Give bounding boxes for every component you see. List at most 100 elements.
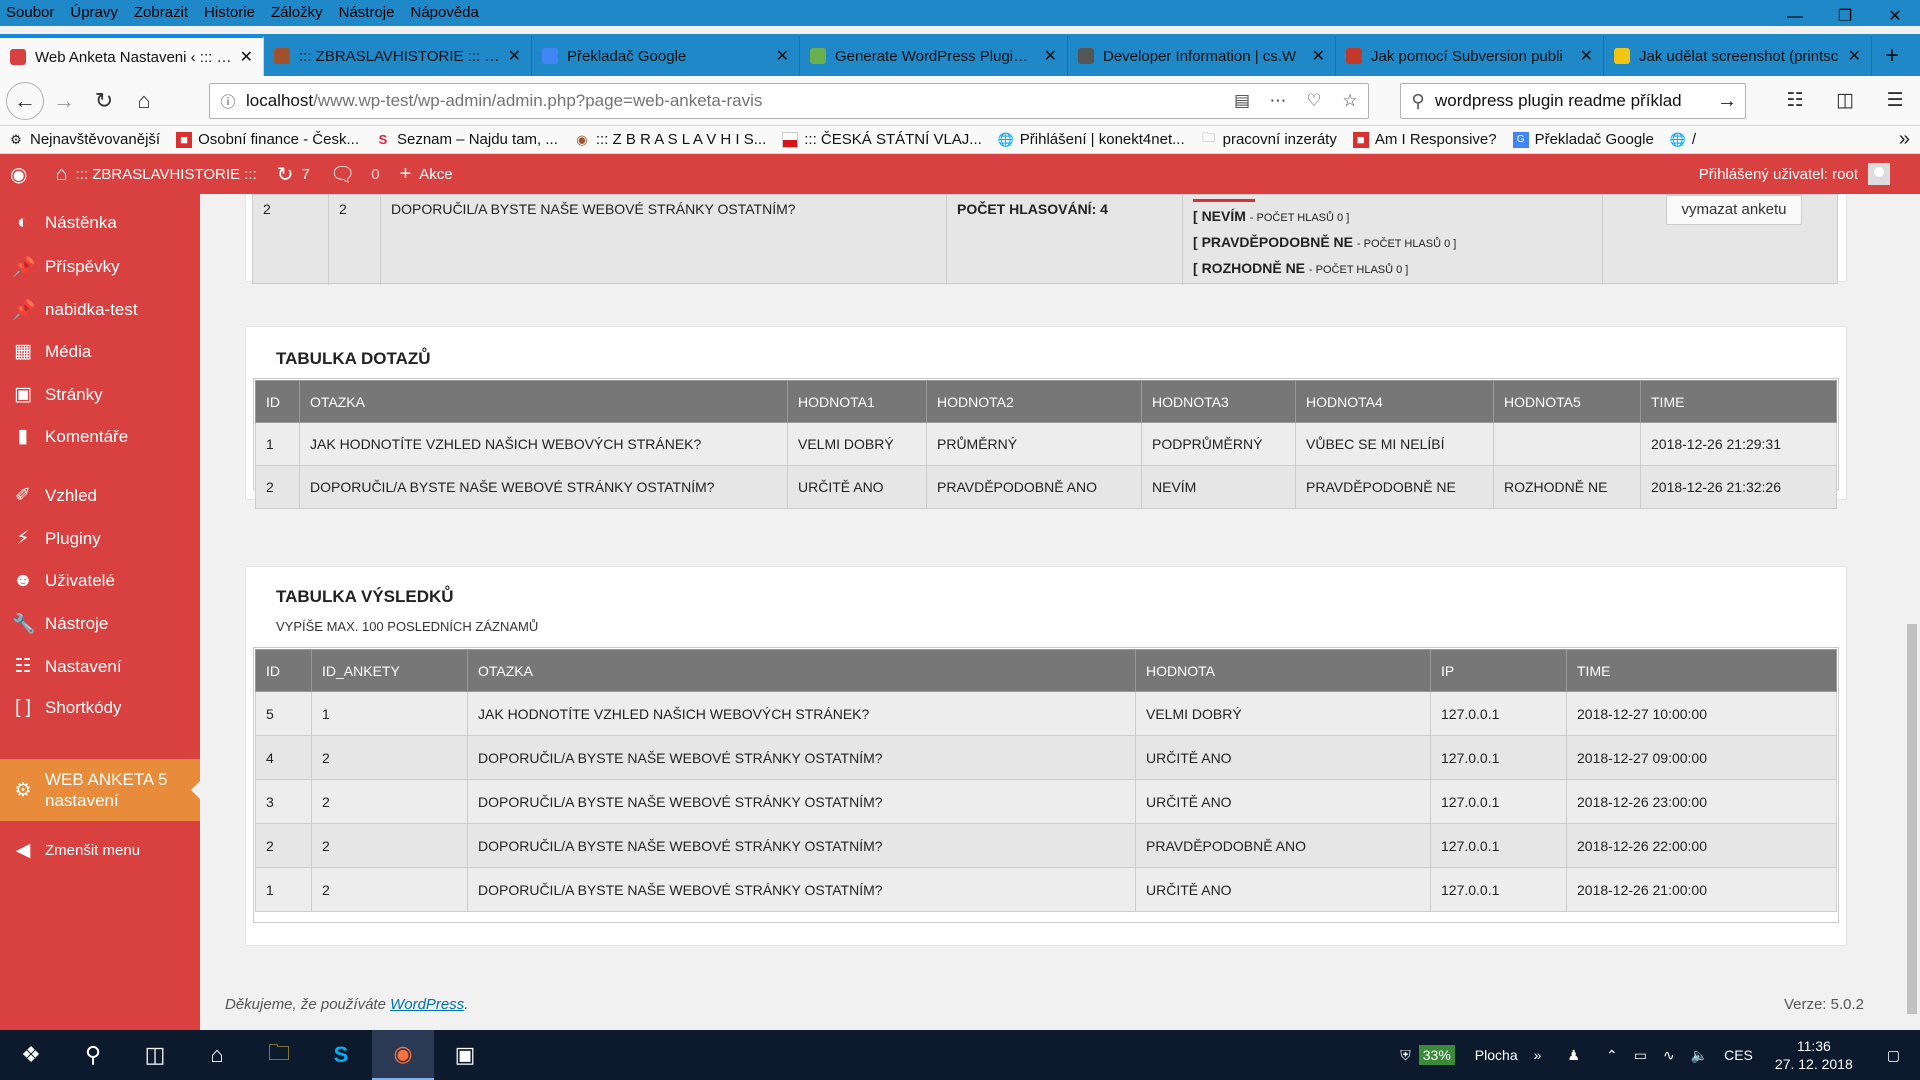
sidebar-item-prispevky[interactable]: 📌 Příspěvky bbox=[0, 255, 200, 279]
site-name-link[interactable]: ⌂::: ZBRASLAVHISTORIE ::: bbox=[45, 163, 266, 186]
tab-close-icon[interactable]: ✕ bbox=[240, 47, 253, 67]
menu-napoveda[interactable]: Nápověda bbox=[402, 0, 486, 26]
tab-prekladac[interactable]: Překladač Google ✕ bbox=[532, 36, 800, 76]
menu-historie[interactable]: Historie bbox=[196, 0, 263, 26]
home-icon[interactable]: ⌂ bbox=[186, 1030, 248, 1080]
new-content-link[interactable]: + Akce bbox=[390, 163, 463, 186]
bookmark-item[interactable]: ■ Osobní finance - Česk... bbox=[168, 131, 367, 148]
menu-zalozky[interactable]: Záložky bbox=[263, 0, 331, 26]
my-account[interactable]: Přihlášený uživatel: root bbox=[1699, 154, 1890, 194]
sidebar-item-uzivatele[interactable]: ☻ Uživatelé bbox=[0, 570, 200, 592]
windows-start-icon[interactable]: ❖ bbox=[0, 1030, 62, 1080]
overflow-icon[interactable]: » bbox=[1526, 1047, 1550, 1063]
tab-web-anketa[interactable]: Web Anketa Nastaveni ‹ ::: ZB ✕ bbox=[0, 36, 264, 76]
sidebar-item-pluginy[interactable]: ⚡ Pluginy bbox=[0, 527, 200, 550]
search-icon[interactable]: ⚲ bbox=[62, 1030, 124, 1080]
bookmark-item[interactable]: ◉::: Z B R A S L A V H I S... bbox=[566, 131, 774, 148]
reader-view-icon[interactable]: ▤ bbox=[1224, 91, 1260, 111]
hamburger-menu-icon[interactable]: ☰ bbox=[1870, 81, 1920, 121]
volume-icon[interactable]: 🔈 bbox=[1683, 1047, 1716, 1064]
bookmark-item[interactable]: 🌐 Přihlášení | konekt4net... bbox=[990, 131, 1193, 148]
back-button[interactable]: ← bbox=[6, 81, 44, 120]
finance-icon: ■ bbox=[176, 131, 193, 148]
sidebar-item-stranky[interactable]: ▣ Stránky bbox=[0, 383, 200, 406]
file-explorer-icon[interactable]: 🗀 bbox=[248, 1030, 310, 1080]
security-icon[interactable]: ⛨ bbox=[1392, 1047, 1419, 1064]
library-icon[interactable]: ☷ bbox=[1770, 81, 1820, 121]
close-icon[interactable]: ✕ bbox=[1870, 0, 1920, 34]
sidebar-item-shortkody[interactable]: [ ] Shortkódy bbox=[0, 697, 200, 719]
bookmark-star-icon[interactable]: ☆ bbox=[1332, 91, 1368, 111]
search-input[interactable]: wordpress plugin readme příklad bbox=[1435, 91, 1709, 111]
bookmarks-overflow-icon[interactable]: » bbox=[1899, 128, 1910, 151]
people-icon[interactable]: ♟ bbox=[1549, 1047, 1598, 1064]
sidebar-item-vzhled[interactable]: ✐ Vzhled bbox=[0, 484, 200, 507]
bookmark-item[interactable]: 🗀 pracovní inzeráty bbox=[1193, 130, 1345, 149]
chevron-up-icon[interactable]: ⌃ bbox=[1598, 1047, 1626, 1064]
menu-upravy[interactable]: Úpravy bbox=[62, 0, 126, 26]
bookmark-item[interactable]: 🌐 / bbox=[1662, 131, 1704, 148]
search-bar[interactable]: ⚲ wordpress plugin readme příklad → bbox=[1400, 83, 1746, 119]
collapse-menu-button[interactable]: ◀ Zmenšit menu bbox=[0, 839, 200, 862]
tab-generate-plugin[interactable]: Generate WordPress Plugin re ✕ bbox=[800, 36, 1068, 76]
tab-zbraslavhistorie[interactable]: ::: ZBRASLAVHISTORIE ::: – str ✕ bbox=[264, 36, 532, 76]
page-scrollbar[interactable] bbox=[1904, 194, 1920, 1030]
battery-icon[interactable]: ▭ bbox=[1626, 1047, 1655, 1064]
more-actions-icon[interactable]: ⋯ bbox=[1260, 91, 1296, 111]
search-go-icon[interactable]: → bbox=[1709, 90, 1745, 113]
clock[interactable]: 11:36 27. 12. 2018 bbox=[1761, 1037, 1867, 1073]
updates-link[interactable]: ↻ 7 bbox=[267, 162, 320, 187]
bookmark-item[interactable]: ⚙ Nejnavštěvovanější bbox=[0, 131, 168, 148]
home-button[interactable]: ⌂ bbox=[124, 81, 164, 121]
desktop-label[interactable]: Plocha bbox=[1455, 1047, 1526, 1063]
language-indicator[interactable]: CES bbox=[1716, 1047, 1761, 1063]
sidebar-item-nabidka-test[interactable]: 📌 nabidka-test bbox=[0, 298, 200, 322]
url-text[interactable]: localhost/www.wp-test/wp-admin/admin.php… bbox=[246, 91, 1224, 111]
sidebar-item-nastroje[interactable]: 🔧 Nástroje bbox=[0, 612, 200, 636]
sidebar-item-nastenka[interactable]: ◐ Nástěnka bbox=[0, 212, 200, 234]
skype-icon[interactable]: S bbox=[310, 1030, 372, 1080]
bookmark-item[interactable]: ■ Am I Responsive? bbox=[1345, 131, 1505, 148]
tab-close-icon[interactable]: ✕ bbox=[508, 46, 521, 66]
sidebar-icon[interactable]: ◫ bbox=[1820, 81, 1870, 121]
forward-button[interactable]: → bbox=[44, 81, 84, 121]
sidebar-item-web-anketa[interactable]: ⚙ WEB ANKETA 5 nastavení bbox=[0, 759, 200, 821]
menu-nastroje[interactable]: Nástroje bbox=[331, 0, 403, 26]
sidebar-item-media[interactable]: ▦ Média bbox=[0, 340, 200, 363]
menu-zobrazit[interactable]: Zobrazit bbox=[126, 0, 196, 26]
delete-survey-button[interactable]: vymazat anketu bbox=[1666, 195, 1802, 225]
battery-badge[interactable]: 33% bbox=[1418, 1045, 1455, 1065]
sidebar-item-nastaveni[interactable]: ☷ Nastavení bbox=[0, 655, 200, 678]
firefox-icon[interactable]: ◉ bbox=[372, 1030, 434, 1080]
tab-close-icon[interactable]: ✕ bbox=[1312, 46, 1325, 66]
tab-subversion[interactable]: Jak pomocí Subversion publi ✕ bbox=[1336, 36, 1604, 76]
bookmark-item[interactable]: S Seznam – Najdu tam, ... bbox=[367, 131, 566, 148]
minimize-icon[interactable]: — bbox=[1770, 0, 1820, 34]
tab-close-icon[interactable]: ✕ bbox=[1044, 46, 1057, 66]
comments-link[interactable]: 🗨 0 bbox=[320, 162, 390, 187]
menu-soubor[interactable]: Soubor bbox=[0, 0, 62, 26]
bookmark-item[interactable]: G Překladač Google bbox=[1505, 131, 1662, 148]
task-view-icon[interactable]: ◫ bbox=[124, 1030, 186, 1080]
wifi-icon[interactable]: ∿ bbox=[1655, 1047, 1683, 1064]
info-icon[interactable]: ⓘ bbox=[210, 91, 246, 112]
col-hodnota1: HODNOTA1 bbox=[787, 380, 927, 423]
tab-close-icon[interactable]: ✕ bbox=[776, 46, 789, 66]
tab-close-icon[interactable]: ✕ bbox=[1580, 46, 1593, 66]
app-icon[interactable]: ▣ bbox=[434, 1030, 496, 1080]
new-tab-button[interactable]: + bbox=[1872, 36, 1912, 76]
sidebar-item-komentare[interactable]: ▮ Komentáře bbox=[0, 425, 200, 448]
bookmark-item[interactable]: ::: ČESKÁ STÁTNÍ VLAJ... bbox=[774, 131, 990, 148]
reload-button[interactable]: ↻ bbox=[84, 81, 124, 121]
maximize-icon[interactable]: ❐ bbox=[1820, 0, 1870, 34]
tab-developer-info[interactable]: Developer Information | cs.W ✕ bbox=[1068, 36, 1336, 76]
url-bar[interactable]: ⓘ localhost/www.wp-test/wp-admin/admin.p… bbox=[209, 83, 1369, 119]
pocket-icon[interactable]: ♡ bbox=[1296, 91, 1332, 111]
wp-logo[interactable]: ◉ bbox=[0, 162, 45, 187]
tab-screenshot[interactable]: Jak udělat screenshot (printsc ✕ bbox=[1604, 36, 1872, 76]
scrollbar-thumb[interactable] bbox=[1907, 624, 1917, 1014]
tab-close-icon[interactable]: ✕ bbox=[1848, 46, 1861, 66]
notification-icon[interactable]: ▢ bbox=[1867, 1047, 1920, 1064]
wordpress-link[interactable]: WordPress bbox=[390, 996, 464, 1013]
system-tray: ⛨ 33% Plocha » ♟ ⌃ ▭ ∿ 🔈 CES 11:36 27. 1… bbox=[1392, 1030, 1920, 1080]
